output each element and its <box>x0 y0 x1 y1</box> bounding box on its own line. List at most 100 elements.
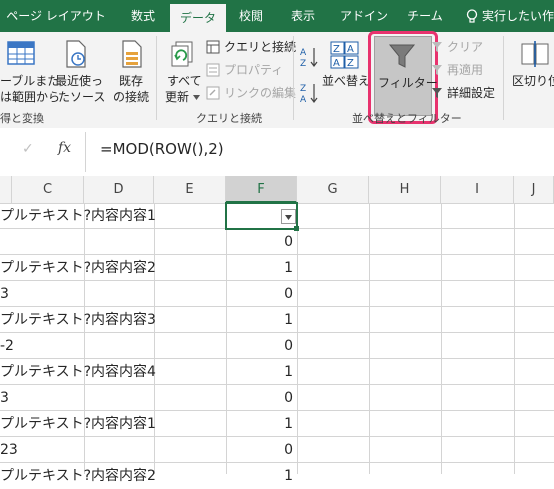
table-range-icon <box>7 41 35 65</box>
reapply-button[interactable]: 再適用 <box>447 63 483 78</box>
table-row: プルテキスト?内容内容2 1 <box>0 255 554 281</box>
refresh-all-icon <box>171 41 193 67</box>
advanced-filter-icon <box>432 88 442 98</box>
group-separator <box>293 36 294 120</box>
column-header-e[interactable]: E <box>154 176 226 203</box>
cell-f[interactable]: 0 <box>226 333 297 359</box>
cell-c[interactable]: プルテキスト?内容内容4 <box>0 359 156 385</box>
recent-sources-label-1[interactable]: 最近使っ <box>55 74 103 89</box>
tab-data[interactable]: データ <box>170 4 226 32</box>
svg-text:A: A <box>347 44 354 55</box>
properties-button[interactable]: プロパティ <box>224 63 283 78</box>
cell-c[interactable]: プルテキスト?内容内容2 <box>0 255 156 281</box>
formula-divider <box>85 132 86 172</box>
cell-c[interactable]: 23 <box>0 437 18 463</box>
sort-dialog-icon: Z A A Z <box>330 41 359 69</box>
tab-view[interactable]: 表示 <box>280 0 326 32</box>
existing-connections-label-1[interactable]: 既存 <box>119 74 143 89</box>
existing-connections-icon <box>122 40 142 68</box>
fill-handle[interactable] <box>294 226 299 231</box>
group-get-transform-label: 得と変換 <box>0 112 44 125</box>
filter-dropdown-button[interactable] <box>281 209 296 224</box>
group-queries-label: クエリと接続 <box>196 112 262 125</box>
cell-c[interactable]: 3 <box>0 385 9 411</box>
svg-text:A: A <box>300 95 307 104</box>
cell-c[interactable]: 3 <box>0 281 9 307</box>
table-row: -2 0 <box>0 333 554 359</box>
cell-c[interactable]: プルテキスト?内容内容2 <box>0 463 156 489</box>
cell-c[interactable]: プルテキスト?内容内容1 <box>0 203 156 229</box>
group-sort-filter-label: 並べ替えとフィルター <box>352 112 462 125</box>
filter-label[interactable]: フィルター <box>378 76 438 91</box>
clear-button[interactable]: クリア <box>447 40 483 55</box>
sort-button[interactable]: 並べ替え <box>322 74 370 89</box>
cell-f[interactable]: 1 <box>226 359 297 385</box>
column-header-f[interactable]: F <box>226 176 297 203</box>
svg-text:Z: Z <box>347 58 354 69</box>
tab-formulas[interactable]: 数式 <box>118 0 168 32</box>
column-header-c[interactable]: C <box>12 176 84 203</box>
lightbulb-icon <box>466 9 478 23</box>
column-header-g[interactable]: G <box>297 176 369 203</box>
cell-f[interactable]: 1 <box>226 411 297 437</box>
cell-c[interactable]: -2 <box>0 333 14 359</box>
tell-me-search[interactable]: 実行したい作 <box>482 0 554 32</box>
name-box-edge[interactable] <box>0 128 8 176</box>
queries-connections-button[interactable]: クエリと接続 <box>224 40 296 55</box>
properties-icon <box>206 63 220 77</box>
cell-f[interactable]: 1 <box>226 255 297 281</box>
tab-page-layout[interactable]: ページ レイアウト <box>0 0 112 32</box>
svg-text:A: A <box>333 58 340 69</box>
tab-review[interactable]: 校閲 <box>228 0 274 32</box>
text-to-columns-button[interactable]: 区切り位 <box>512 74 554 89</box>
ribbon-data: ーブルまた は範囲から 最近使っ たソース 既存 の接続 得と変換 すべて 更新… <box>0 31 554 129</box>
cell-f[interactable]: 0 <box>226 437 297 463</box>
cell-f[interactable]: 0 <box>226 385 297 411</box>
insert-function-icon[interactable]: fx <box>58 140 71 156</box>
svg-text:Z: Z <box>300 59 306 68</box>
column-headers: C D E F G H I J <box>0 176 554 204</box>
ribbon-tab-bar: ページ レイアウト 数式 データ 校閲 表示 アドイン チーム 実行したい作 <box>0 0 554 32</box>
cell-f[interactable]: 1 <box>226 463 297 489</box>
svg-text:Z: Z <box>300 84 306 94</box>
column-header-d[interactable]: D <box>84 176 154 203</box>
tab-team[interactable]: チーム <box>400 0 450 32</box>
table-row: プルテキスト?内容内容2 1 <box>0 463 554 484</box>
chevron-down-icon <box>193 95 200 100</box>
advanced-button[interactable]: 詳細設定 <box>447 86 495 101</box>
existing-connections-label-2[interactable]: の接続 <box>113 90 149 105</box>
from-table-label-1[interactable]: ーブルまた <box>0 74 59 89</box>
cell-c[interactable]: プルテキスト?内容内容1 <box>0 411 156 437</box>
table-row: 23 0 <box>0 437 554 463</box>
column-header-i[interactable]: I <box>441 176 514 203</box>
funnel-icon <box>388 44 416 68</box>
refresh-all-label-2[interactable]: 更新 <box>165 90 189 105</box>
column-header-j[interactable]: J <box>514 176 554 203</box>
column-header-h[interactable]: H <box>369 176 441 203</box>
reapply-icon <box>432 65 442 75</box>
text-to-columns-icon <box>521 41 549 67</box>
recent-sources-label-2[interactable]: たソース <box>58 90 105 105</box>
formula-input[interactable]: =MOD(ROW(),2) <box>100 140 224 158</box>
cancel-icon[interactable]: ✓ <box>22 141 34 157</box>
column-header-b[interactable] <box>0 176 12 203</box>
cell-f[interactable]: 0 <box>226 229 297 255</box>
table-row: 3 0 <box>0 281 554 307</box>
from-table-label-2[interactable]: は範囲から <box>0 90 60 105</box>
recent-sources-icon <box>66 40 86 68</box>
sort-za-icon: Z A <box>300 84 318 104</box>
group-separator <box>156 36 157 120</box>
tab-addins[interactable]: アドイン <box>334 0 394 32</box>
cell-f[interactable]: 0 <box>226 281 297 307</box>
group-separator <box>503 36 504 120</box>
cell-c[interactable]: プルテキスト?内容内容3 <box>0 307 156 333</box>
cell-f[interactable]: 1 <box>226 307 297 333</box>
dropdown-arrow-icon <box>285 215 292 220</box>
clear-filter-icon <box>432 42 442 52</box>
table-row: 0 <box>0 229 554 255</box>
edit-links-button[interactable]: リンクの編集 <box>224 86 296 101</box>
queries-connections-icon <box>206 40 220 54</box>
table-row: プルテキスト?内容内容3 1 <box>0 307 554 333</box>
svg-text:Z: Z <box>333 44 340 55</box>
refresh-all-label-1[interactable]: すべて <box>167 74 202 89</box>
